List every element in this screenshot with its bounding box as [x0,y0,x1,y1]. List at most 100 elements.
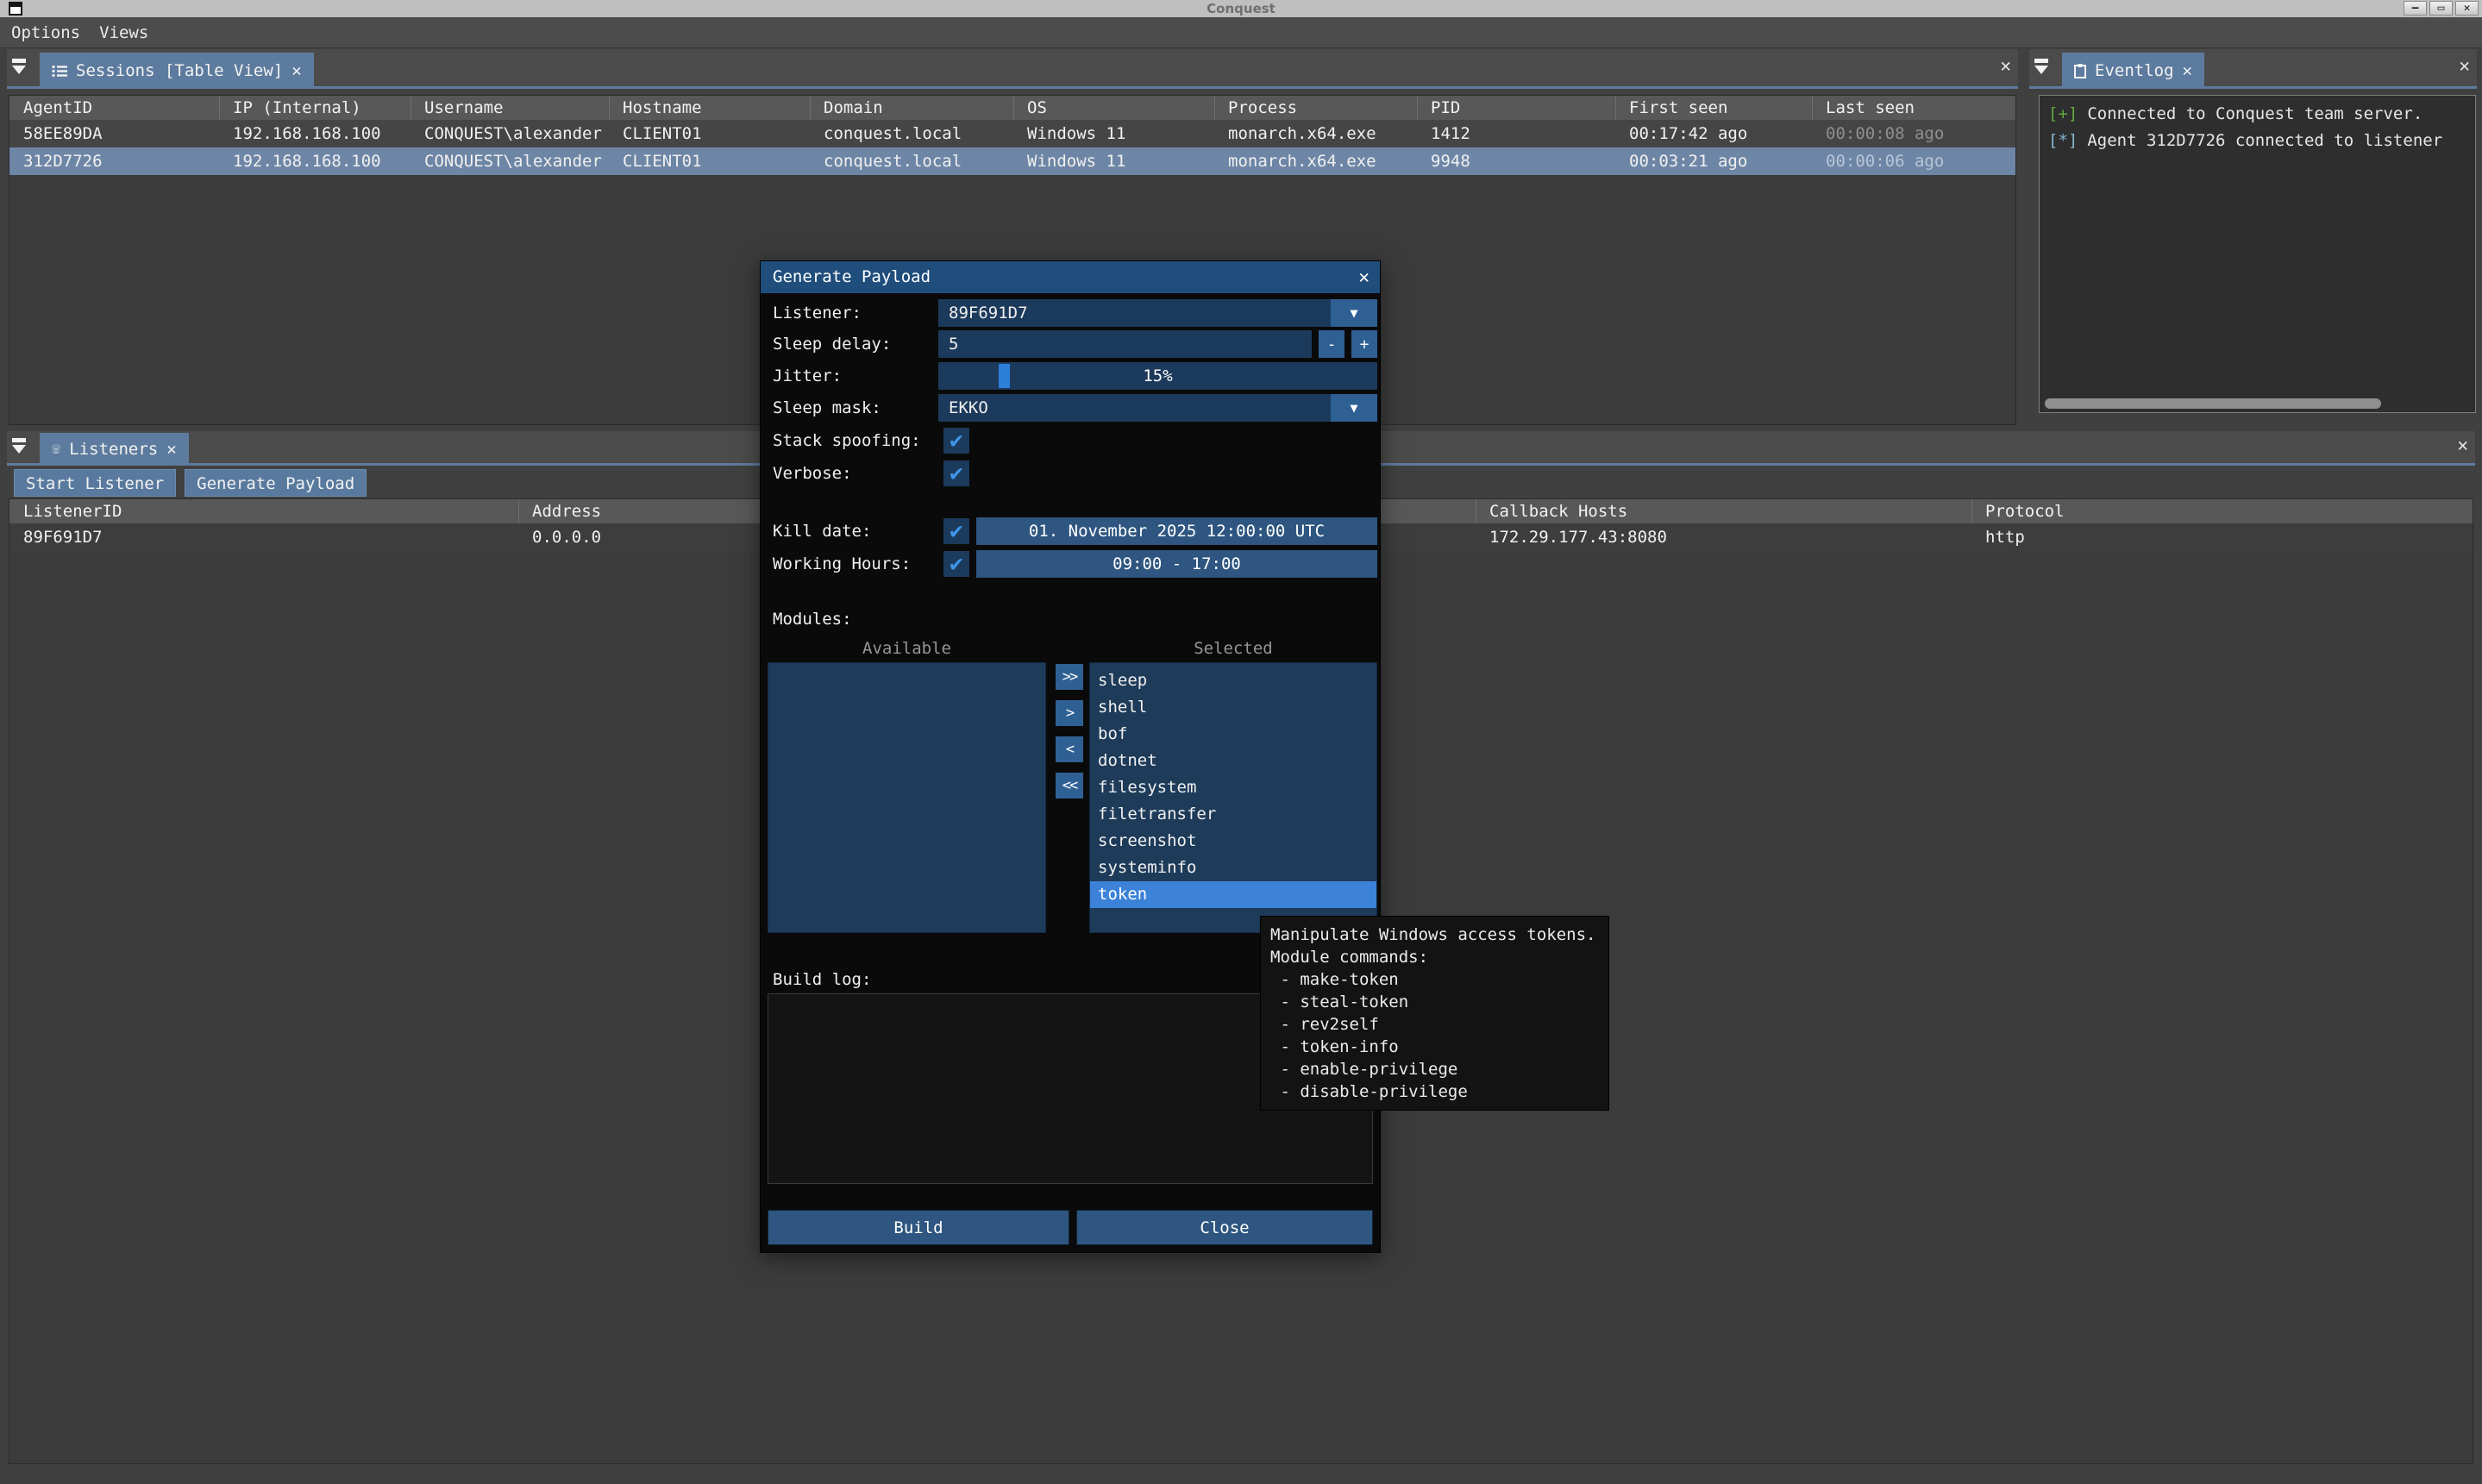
column-header[interactable]: PID [1417,96,1615,120]
module-tooltip: Manipulate Windows access tokens.Module … [1260,916,1609,1111]
check-icon: ✔ [950,429,963,452]
sleep-delay-spinbox: 5 - + [938,330,1377,358]
toolbar-button[interactable]: Generate Payload [185,469,367,497]
column-header[interactable]: Protocol [1971,499,2473,523]
eventlog-line: [+]Connected to Conquest team server. [2048,101,2466,128]
available-modules-list[interactable] [768,662,1046,933]
sessions-tab-strip: Sessions [Table View] ✕ ✕ [7,49,2018,89]
toolbar-button[interactable]: Start Listener [14,469,176,497]
transfer-button[interactable]: < [1056,736,1083,762]
sleep-delay-input[interactable]: 5 [938,330,1312,358]
jitter-row: Jitter: 15% [761,362,1380,390]
tab-close-icon[interactable]: ✕ [166,440,176,459]
chevron-down-icon[interactable]: ▼ [1331,394,1377,422]
module-item[interactable]: filetransfer [1090,801,1376,828]
tab-eventlog[interactable]: Eventlog ✕ [2062,53,2204,89]
sessions-panel-close-icon[interactable]: ✕ [2000,57,2011,75]
listeners-panel-close-icon[interactable]: ✕ [2457,436,2468,454]
sleep-delay-label: Sleep delay: [773,330,891,358]
tab-listeners[interactable]: ☏ Listeners ✕ [40,433,189,466]
jitter-slider[interactable]: 15% [938,362,1377,390]
minimize-button[interactable]: – [2404,1,2427,16]
menu-item[interactable]: Options [2,23,90,42]
tooltip-line: Manipulate Windows access tokens. [1270,924,1599,946]
column-header[interactable]: IP (Internal) [219,96,411,120]
column-header[interactable]: Username [411,96,609,120]
tooltip-line: - steal-token [1270,991,1599,1013]
check-icon: ✔ [950,553,963,575]
listener-combobox-value[interactable]: 89F691D7 [938,299,1331,327]
selected-modules-list[interactable]: sleepshellbofdotnetfilesystemfiletransfe… [1089,662,1377,933]
list-icon [52,65,67,78]
column-header[interactable]: Last seen [1812,96,2015,120]
collapse-panel-icon[interactable] [2034,59,2052,76]
column-header[interactable]: First seen [1615,96,1812,120]
dialog-title-bar[interactable]: Generate Payload ✕ [761,261,1380,293]
column-header[interactable]: ListenerID [9,499,518,523]
eventlog-output[interactable]: [+]Connected to Conquest team server. [*… [2039,95,2476,413]
session-row[interactable]: 312D7726 192.168.168.100 CONQUEST\alexan… [9,147,2015,175]
maximize-button[interactable]: ▭ [2429,1,2453,16]
listeners-toolbar: Start Listener Generate Payload [14,469,367,497]
session-row[interactable]: 58EE89DA 192.168.168.100 CONQUEST\alexan… [9,120,2015,147]
eventlog-text: Agent 312D7726 connected to listener [2087,131,2442,150]
sleep-mask-value[interactable]: EKKO [938,394,1331,422]
verbose-checkbox[interactable]: ✔ [943,460,969,486]
collapse-panel-icon[interactable] [12,438,29,455]
menu-item[interactable]: Views [90,23,158,42]
sessions-table-header[interactable]: AgentIDIP (Internal)UsernameHostnameDoma… [9,96,2015,120]
module-item[interactable]: token [1090,881,1376,908]
column-header[interactable]: AgentID [9,96,219,120]
modules-label: Modules: [773,608,852,630]
stack-spoofing-row: Stack spoofing: ✔ [761,427,1380,454]
column-header[interactable]: Process [1214,96,1417,120]
column-header[interactable]: Hostname [609,96,810,120]
module-item[interactable]: shell [1090,694,1376,721]
increment-button[interactable]: + [1351,330,1377,358]
tab-eventlog-label: Eventlog [2095,61,2174,80]
transfer-button[interactable]: >> [1056,664,1083,690]
module-item[interactable]: bof [1090,721,1376,748]
listener-combobox[interactable]: 89F691D7 ▼ [938,299,1377,327]
module-item[interactable]: sleep [1090,667,1376,694]
module-item[interactable]: filesystem [1090,774,1376,801]
transfer-button[interactable]: > [1056,700,1083,726]
jitter-label: Jitter: [773,362,842,390]
chevron-down-icon[interactable]: ▼ [1331,299,1377,327]
eventlog-tag: [+] [2048,104,2078,123]
working-hours-picker[interactable]: 09:00 - 17:00 [976,550,1377,578]
column-header[interactable]: Domain [810,96,1013,120]
kill-date-checkbox[interactable]: ✔ [943,518,969,544]
build-button[interactable]: Build [768,1210,1069,1245]
tab-listeners-label: Listeners [69,440,158,459]
close-window-button[interactable]: ✕ [2455,1,2479,16]
menu-bar: OptionsViews [0,17,2482,48]
transfer-button[interactable]: << [1056,773,1083,798]
working-hours-checkbox[interactable]: ✔ [943,551,969,577]
kill-date-row: Kill date: ✔ 01. November 2025 12:00:00 … [761,517,1380,545]
tab-sessions[interactable]: Sessions [Table View] ✕ [40,53,314,89]
close-button[interactable]: Close [1076,1210,1373,1245]
module-item[interactable]: systeminfo [1090,855,1376,881]
build-log-label: Build log: [773,968,871,991]
sessions-rows: 58EE89DA 192.168.168.100 CONQUEST\alexan… [9,120,2015,175]
stack-spoofing-checkbox[interactable]: ✔ [943,428,969,454]
window-title: Conquest [0,0,2482,17]
sleep-delay-row: Sleep delay: 5 - + [761,330,1380,358]
check-icon: ✔ [950,520,963,542]
collapse-panel-icon[interactable] [12,59,29,76]
tab-close-icon[interactable]: ✕ [2183,61,2192,80]
eventlog-panel-close-icon[interactable]: ✕ [2459,57,2470,75]
dialog-close-icon[interactable]: ✕ [1358,261,1369,293]
column-header[interactable]: OS [1013,96,1214,120]
tab-sessions-label: Sessions [Table View] [76,61,283,80]
module-item[interactable]: screenshot [1090,828,1376,855]
decrement-button[interactable]: - [1319,330,1344,358]
horizontal-scrollbar[interactable] [2045,398,2381,409]
module-item[interactable]: dotnet [1090,748,1376,774]
column-header[interactable]: Callback Hosts [1476,499,1971,523]
title-bar: Conquest – ▭ ✕ [0,0,2482,17]
kill-date-picker[interactable]: 01. November 2025 12:00:00 UTC [976,517,1377,545]
sleep-mask-combobox[interactable]: EKKO ▼ [938,394,1377,422]
tab-close-icon[interactable]: ✕ [291,61,301,80]
